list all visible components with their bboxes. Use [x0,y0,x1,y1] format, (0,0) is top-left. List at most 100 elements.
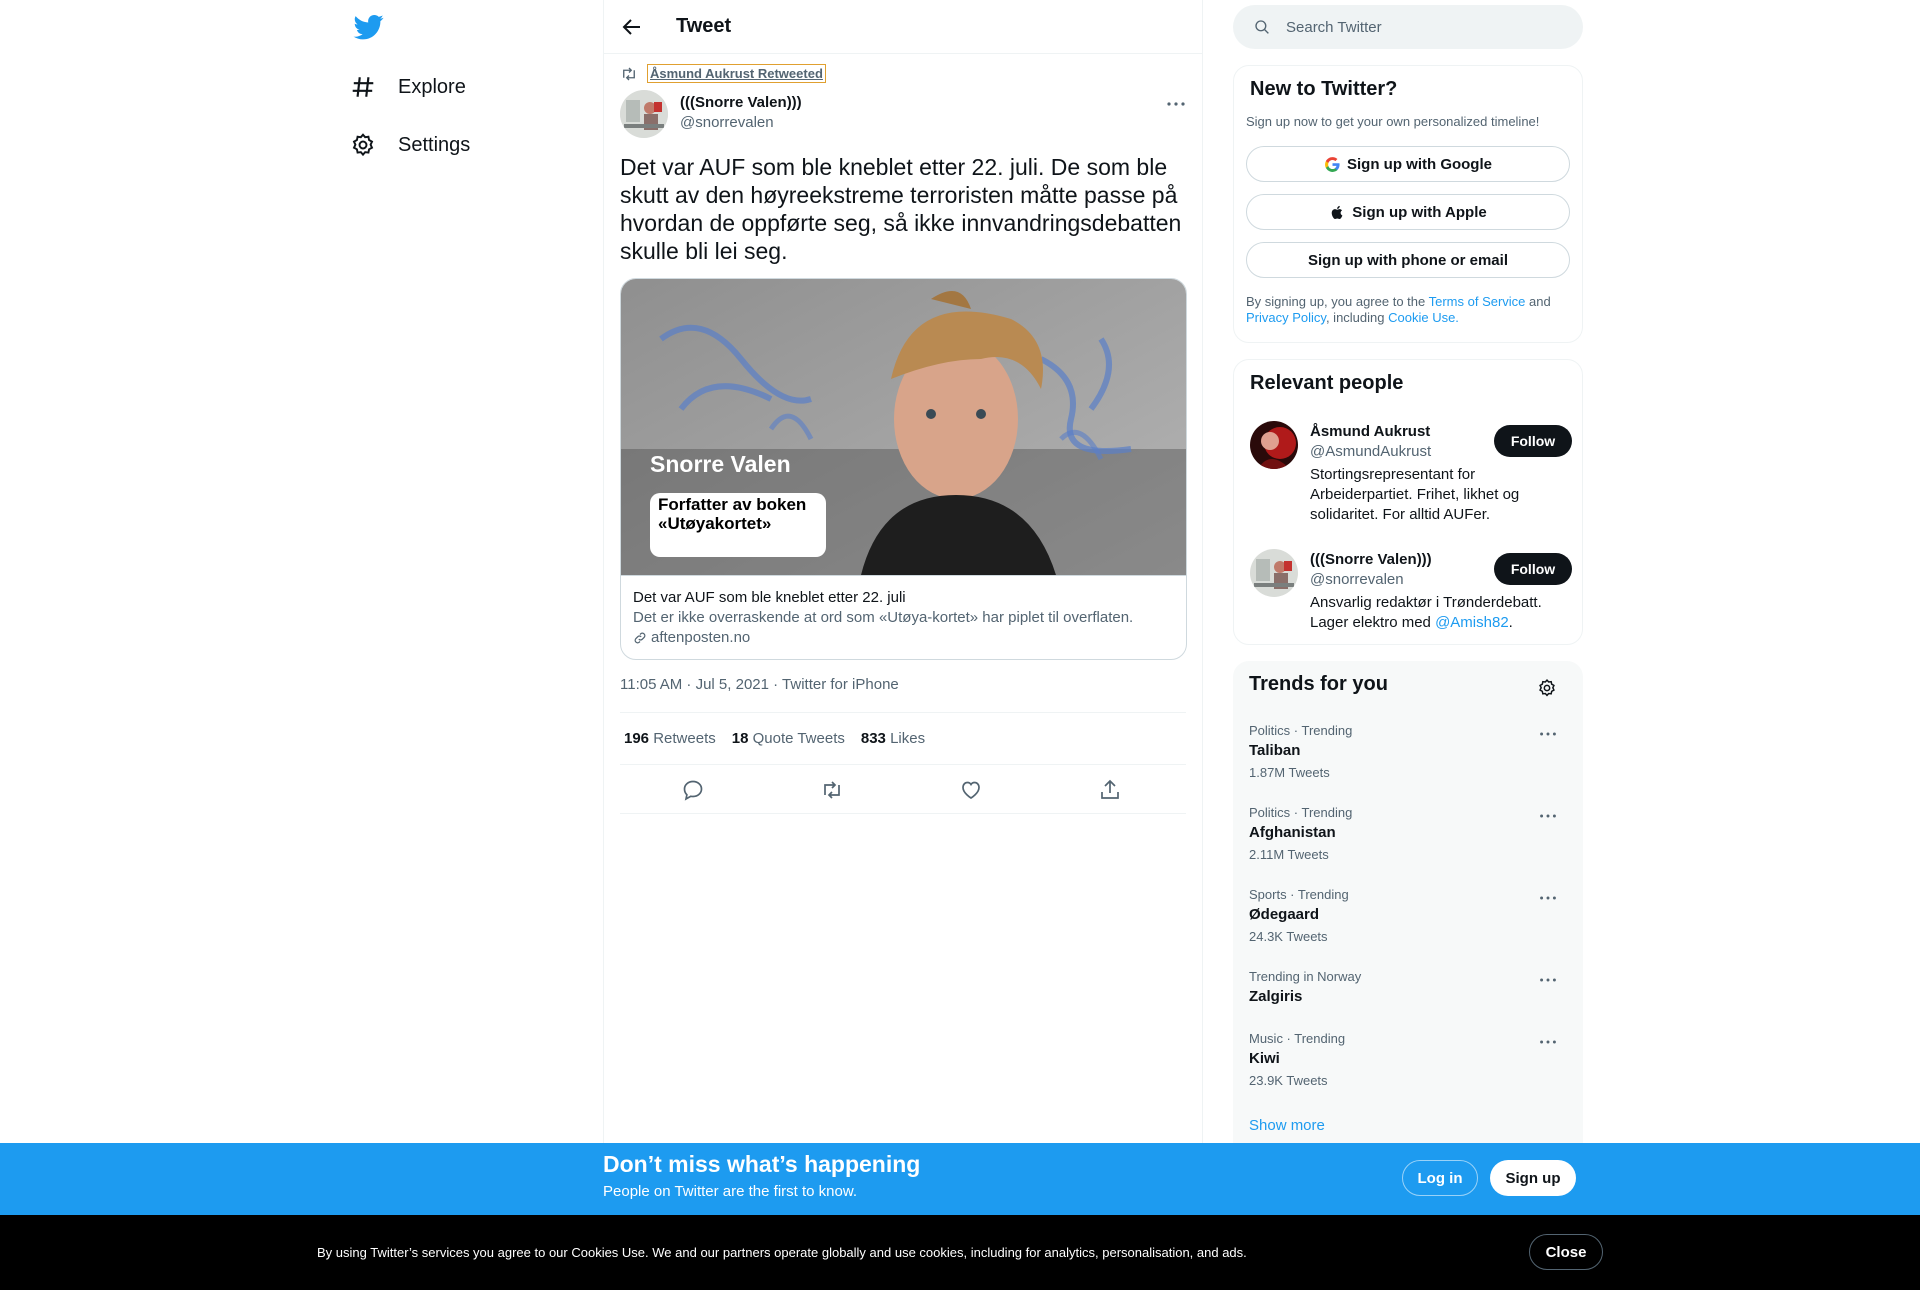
legal-text-3: , including [1325,310,1389,325]
card-title: Det var AUF som ble kneblet etter 22. ju… [633,589,906,606]
trend-name: Kiwi [1249,1050,1280,1067]
retweeted-by-link[interactable]: Åsmund Aukrust Retweeted [647,64,826,83]
terms-link[interactable]: Terms of Service [1429,294,1526,309]
card-image-caption: Forfatter av boken «Utøyakortet» [650,493,826,557]
avatar-image [620,90,668,138]
signup-phone-button[interactable]: Sign up with phone or email [1246,242,1570,278]
card-image-name: Snorre Valen [650,451,791,477]
signup-google-label: Sign up with Google [1347,155,1492,173]
new-to-twitter-subtitle: Sign up now to get your own personalized… [1246,114,1540,129]
more-icon[interactable] [1537,1031,1559,1053]
signup-apple-label: Sign up with Apple [1352,203,1487,221]
more-icon[interactable] [1537,723,1559,745]
nav-settings-label: Settings [398,133,471,156]
search-icon [1255,20,1269,34]
person-name[interactable]: (((Snorre Valen))) [1310,551,1432,568]
trend-count: 24.3K Tweets [1249,929,1328,944]
card-domain-label: aftenposten.no [651,629,751,646]
author-handle: @snorrevalen [680,114,774,131]
more-icon[interactable] [1537,887,1559,909]
signup-apple-button[interactable]: Sign up with Apple [1246,194,1570,230]
follow-button[interactable]: Follow [1494,553,1572,585]
nav-settings[interactable]: Settings [350,121,470,169]
cookie-banner: By using Twitter’s services you agree to… [0,1215,1920,1290]
trends-panel: Trends for you Politics · Trending Talib… [1233,661,1583,1161]
stat-quotes-count: 18 [731,730,749,747]
signup-promo-bar: Don’t miss what’s happening People on Tw… [0,1143,1920,1215]
avatar[interactable] [1250,549,1298,597]
stat-quote-tweets[interactable]: 18 Quote Tweets [732,730,845,747]
avatar[interactable] [1250,421,1298,469]
more-icon[interactable] [1537,805,1559,827]
card-description: Det er ikke overraskende at ord som «Utø… [633,609,1134,626]
show-more-link[interactable]: Show more [1249,1117,1325,1134]
trend-name: Zalgiris [1249,988,1303,1005]
author-name[interactable]: (((Snorre Valen))) [680,94,802,111]
trend-context: Sports · Trending [1249,887,1349,902]
bio-mention-link[interactable]: @Amish82 [1435,614,1509,631]
privacy-link[interactable]: Privacy Policy [1246,310,1326,325]
trend-count: 1.87M Tweets [1249,765,1330,780]
legal-text-2: and [1525,294,1551,309]
page-title: Tweet [676,15,732,37]
promo-subtitle: People on Twitter are the first to know. [603,1183,858,1200]
signup-google-button[interactable]: Sign up with Google [1246,146,1570,182]
trend-item[interactable]: Music · Trending Kiwi 23.9K Tweets [1249,1031,1569,1089]
trends-title: Trends for you [1249,673,1388,695]
author-avatar[interactable] [620,90,668,138]
tweet-actions [620,766,1186,814]
tweet-timestamp[interactable]: 11:05 AM · Jul 5, 2021 · Twitter for iPh… [620,676,899,693]
person-name[interactable]: Åsmund Aukrust [1310,423,1430,440]
promo-title: Don’t miss what’s happening [603,1151,921,1177]
search-bar[interactable] [1233,5,1583,49]
nav-explore[interactable]: Explore [350,63,466,111]
tweet-text: Det var AUF som ble kneblet etter 22. ju… [620,154,1182,264]
trend-item[interactable]: Sports · Trending Ødegaard 24.3K Tweets [1249,887,1569,945]
relevant-people-title: Relevant people [1250,372,1404,394]
follow-button[interactable]: Follow [1494,425,1572,457]
trend-context: Politics · Trending [1249,723,1353,738]
login-button[interactable]: Log in [1402,1160,1478,1196]
stat-retweets[interactable]: 196 Retweets [624,730,716,747]
cookie-link[interactable]: Cookie Use. [1388,310,1459,325]
share-icon[interactable] [1098,778,1122,802]
trend-item[interactable]: Trending in Norway Zalgiris [1249,969,1569,1007]
retweet-icon [623,67,635,80]
trend-context: Music · Trending [1249,1031,1346,1046]
hashtag-icon [352,77,374,97]
more-icon[interactable] [1537,969,1559,991]
trend-item[interactable]: Politics · Trending Taliban 1.87M Tweets [1249,723,1569,781]
close-button[interactable]: Close [1529,1234,1603,1270]
gear-icon[interactable] [1537,678,1557,698]
person-handle: @AsmundAukrust [1310,443,1432,460]
trend-name: Ødegaard [1249,906,1320,923]
relevant-people-panel: Relevant people Åsmund Aukrust @AsmundAu… [1233,359,1583,645]
person-handle: @snorrevalen [1310,571,1404,588]
stat-likes-count: 833 [860,730,886,747]
twitter-logo-icon[interactable] [352,12,386,42]
stat-likes[interactable]: 833 Likes [861,730,925,747]
new-to-twitter-title: New to Twitter? [1250,78,1398,100]
trend-context: Politics · Trending [1249,805,1353,820]
link-card[interactable]: Snorre Valen Forfatter av boken «Utøyako… [620,278,1187,660]
trend-name: Afghanistan [1249,824,1336,841]
avatar-image [1250,421,1298,469]
reply-icon[interactable] [681,778,705,802]
search-input[interactable] [1286,18,1546,36]
retweet-action-icon[interactable] [820,778,844,802]
like-icon[interactable] [959,778,983,802]
retweet-context: Åsmund Aukrust Retweeted [620,64,826,83]
trend-context: Trending in Norway [1249,969,1362,984]
google-icon [1325,156,1340,172]
person-bio: Stortingsrepresentant for Arbeiderpartie… [1310,466,1520,523]
link-icon [634,632,646,644]
apple-icon [1332,205,1343,219]
tweet-column: Tweet Åsmund Aukrust Retweeted (((Snorre… [603,0,1203,1290]
stat-likes-label: Likes [890,730,926,747]
signup-button[interactable]: Sign up [1490,1160,1576,1196]
trend-item[interactable]: Politics · Trending Afghanistan 2.11M Tw… [1249,805,1569,863]
more-icon[interactable] [1164,92,1188,116]
card-domain: aftenposten.no [633,628,1176,648]
cookie-text: By using Twitter’s services you agree to… [317,1245,1247,1260]
back-arrow-icon[interactable] [620,15,644,39]
